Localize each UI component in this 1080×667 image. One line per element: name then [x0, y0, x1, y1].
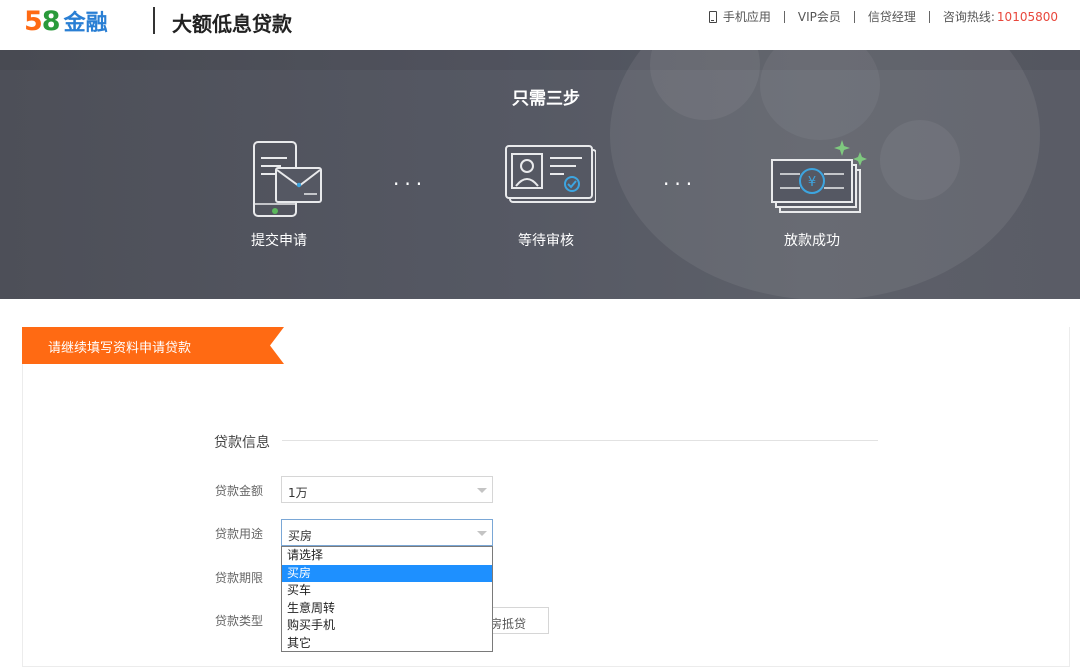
loan-amount-label: 贷款金额	[215, 484, 264, 498]
hotline-number: 10105800	[996, 9, 1058, 24]
logo-digit-8: 8	[41, 6, 61, 37]
top-header: 5 8 金融 大额低息贷款 手机应用 VIP会员 信贷经理 咨询热线: 1010…	[0, 0, 1080, 50]
loan-type-option-label: 房抵贷	[490, 617, 527, 631]
dropdown-option[interactable]: 其它	[282, 635, 492, 653]
hotline-label: 咨询热线:	[942, 10, 995, 24]
logo-digit-5: 5	[24, 6, 43, 37]
logo-divider	[153, 7, 155, 34]
loan-type-option-mortgage[interactable]: 房抵贷	[485, 607, 549, 634]
loan-purpose-dropdown: 请选择 买房 买车 生意周转 购买手机 其它	[281, 546, 493, 652]
step-separator: ···	[393, 172, 428, 196]
id-card-icon	[505, 145, 596, 203]
vip-link[interactable]: VIP会员	[798, 8, 841, 25]
dropdown-option-selected[interactable]: 买房	[282, 564, 492, 582]
loan-info-section-title: 贷款信息	[214, 435, 270, 451]
svg-text:¥: ¥	[808, 175, 816, 190]
loan-manager-link[interactable]: 信贷经理	[868, 8, 916, 25]
dropdown-option[interactable]: 生意周转	[282, 600, 492, 618]
form-ribbon-text: 请继续填写资料申请贷款	[48, 341, 192, 356]
loan-purpose-select[interactable]: 买房	[281, 519, 493, 546]
step-label: 等待审核	[518, 233, 574, 249]
section-divider	[282, 440, 878, 441]
link-divider	[783, 10, 785, 23]
chevron-down-icon	[477, 531, 487, 536]
dropdown-option[interactable]: 购买手机	[282, 617, 492, 635]
chevron-down-icon	[477, 488, 487, 493]
step-submit-application: 提交申请	[209, 138, 349, 250]
hotline: 咨询热线: 10105800	[943, 8, 1058, 25]
phone-icon	[708, 10, 717, 23]
steps-title: 只需三步	[512, 89, 580, 109]
loan-purpose-value: 买房	[288, 529, 313, 543]
mobile-app-label: 手机应用	[722, 10, 771, 24]
step-label: 放款成功	[784, 233, 840, 249]
mobile-app-link[interactable]: 手机应用	[708, 8, 771, 25]
loan-purpose-label: 贷款用途	[215, 527, 264, 541]
phone-envelope-icon	[253, 141, 322, 217]
step-await-review: 等待审核	[476, 138, 616, 250]
step-label: 提交申请	[251, 233, 307, 249]
loan-amount-value: 1万	[288, 486, 308, 500]
link-divider	[853, 10, 855, 23]
link-divider	[928, 10, 930, 23]
loan-term-label: 贷款期限	[215, 571, 264, 585]
loan-type-label: 贷款类型	[215, 614, 264, 628]
logo-word: 金融	[63, 11, 108, 36]
step-separator: ···	[663, 172, 698, 196]
top-links: 手机应用 VIP会员 信贷经理 咨询热线: 10105800	[708, 8, 1058, 25]
step-loan-released: ¥ 放款成功	[742, 138, 882, 250]
site-logo[interactable]: 5 8 金融	[24, 5, 108, 37]
page-title: 大额低息贷款	[172, 12, 292, 36]
dropdown-option[interactable]: 请选择	[282, 547, 492, 565]
loan-amount-select[interactable]: 1万	[281, 476, 493, 503]
dropdown-option[interactable]: 买车	[282, 582, 492, 600]
banner-coin-decor	[880, 120, 960, 200]
money-bills-icon: ¥	[771, 140, 867, 213]
